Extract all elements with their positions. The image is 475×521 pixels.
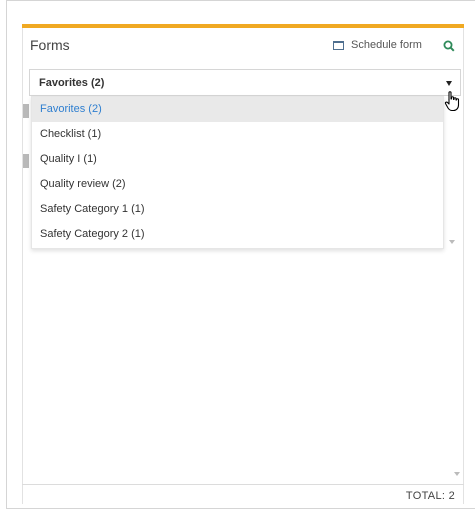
scroll-down-arrow[interactable] bbox=[454, 472, 460, 476]
select-value: Favorites (2) bbox=[39, 76, 105, 89]
calendar-icon bbox=[333, 40, 344, 50]
select-dropdown-menu: Favorites (2) Checklist (1) Quality I (1… bbox=[31, 96, 444, 249]
caret-down-icon[interactable] bbox=[446, 81, 452, 86]
total-count: TOTAL: 2 bbox=[406, 490, 455, 502]
schedule-form-label: Schedule form bbox=[351, 39, 422, 51]
dropdown-option-quality-review[interactable]: Quality review (2) bbox=[32, 172, 443, 197]
search-icon[interactable] bbox=[443, 40, 455, 52]
list-item-marker bbox=[23, 154, 29, 168]
dropdown-option-checklist[interactable]: Checklist (1) bbox=[32, 122, 443, 147]
dropdown-option-quality-i[interactable]: Quality I (1) bbox=[32, 147, 443, 172]
dropdown-option-safety-category-1[interactable]: Safety Category 1 (1) bbox=[32, 197, 443, 222]
form-category-select[interactable]: Favorites (2) bbox=[29, 69, 461, 96]
page-title: Forms bbox=[30, 37, 70, 53]
total-label: TOTAL: bbox=[405, 490, 446, 502]
list-item-marker bbox=[23, 104, 29, 118]
hand-pointer-icon bbox=[444, 91, 460, 112]
footer-divider bbox=[22, 484, 464, 485]
schedule-form-button[interactable]: Schedule form bbox=[333, 39, 422, 51]
dropdown-option-safety-category-2[interactable]: Safety Category 2 (1) bbox=[32, 222, 443, 247]
dropdown-option-favorites[interactable]: Favorites (2) bbox=[32, 97, 443, 122]
total-value: 2 bbox=[448, 490, 455, 502]
scroll-down-arrow[interactable] bbox=[449, 240, 455, 244]
